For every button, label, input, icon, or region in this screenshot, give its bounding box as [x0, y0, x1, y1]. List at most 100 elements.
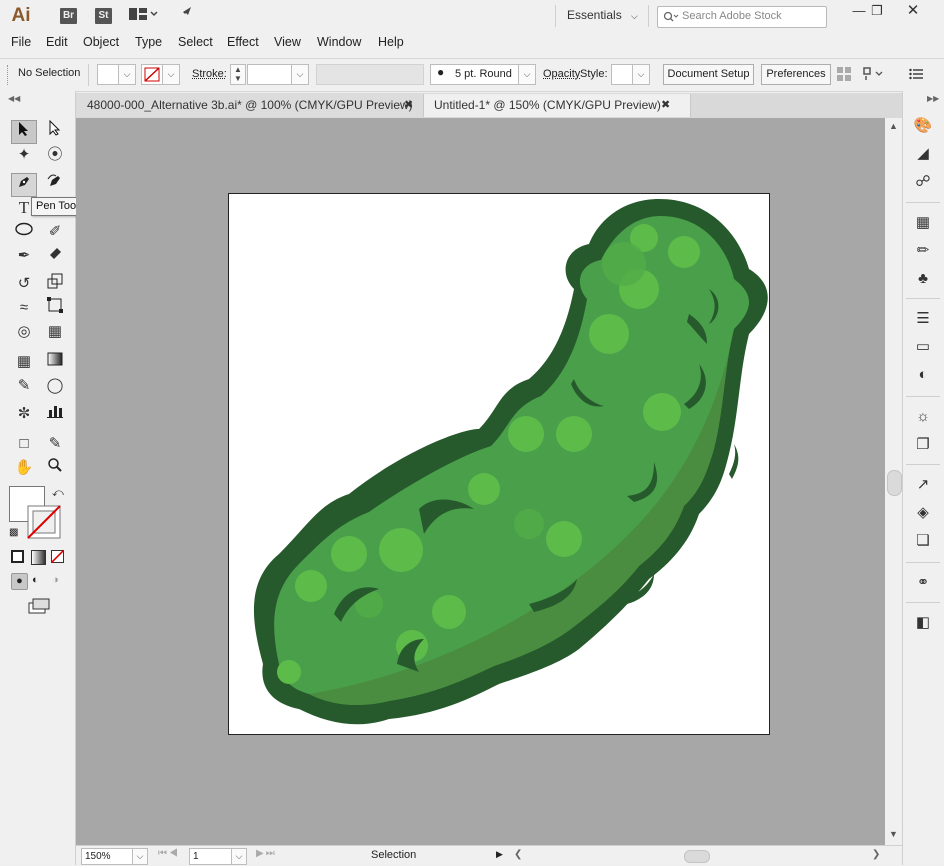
hand-tool[interactable]: ✋: [12, 457, 36, 479]
preferences-button[interactable]: Preferences: [761, 64, 831, 85]
document-setup-button[interactable]: Document Setup: [663, 64, 754, 85]
zoom-tool[interactable]: [43, 457, 67, 479]
shaper-tool[interactable]: ✒: [12, 245, 36, 267]
scale-tool[interactable]: [43, 273, 67, 295]
arrange-documents-icon[interactable]: [126, 6, 160, 26]
scroll-right-icon[interactable]: ❯: [872, 849, 880, 860]
graphic-styles-icon[interactable]: ❐: [909, 434, 937, 456]
bridge-button[interactable]: Br: [60, 8, 77, 24]
perspective-grid-tool[interactable]: ▦: [43, 321, 67, 343]
cc-libraries-icon[interactable]: ☍: [909, 171, 937, 193]
menu-help[interactable]: Help: [378, 35, 404, 49]
maximize-button[interactable]: ❐: [860, 0, 894, 24]
menu-object[interactable]: Object: [83, 35, 119, 49]
pickle-illustration[interactable]: [229, 194, 769, 734]
panel-menu-icon[interactable]: [909, 68, 923, 80]
status-menu-arrow[interactable]: ▶: [496, 849, 503, 860]
blend-tool[interactable]: ◯: [43, 375, 67, 397]
horizontal-scroll-thumb[interactable]: [684, 850, 710, 863]
asset-export-icon[interactable]: ↗: [909, 474, 937, 496]
symbols-icon[interactable]: ♣: [909, 268, 937, 290]
artboard-dropdown[interactable]: ⌵: [231, 848, 247, 865]
direct-selection-tool[interactable]: [43, 120, 67, 142]
fill-dropdown[interactable]: ⌵: [118, 64, 136, 85]
lasso-tool[interactable]: ⦿: [43, 144, 67, 166]
brush-definition[interactable]: ● 5 pt. Round: [430, 64, 520, 85]
brush-dropdown[interactable]: ⌵: [518, 64, 536, 85]
slice-tool[interactable]: ✎: [43, 433, 67, 455]
mesh-tool[interactable]: ▦: [12, 351, 36, 373]
menu-view[interactable]: View: [274, 35, 301, 49]
workspace-switcher[interactable]: Essentials ⌵: [567, 8, 638, 24]
gpu-performance-icon[interactable]: [176, 6, 196, 26]
opacity-label[interactable]: Opacity: [543, 68, 580, 80]
panel-grip[interactable]: [7, 65, 10, 85]
stroke-panel-icon[interactable]: ☰: [909, 308, 937, 330]
scroll-down-icon[interactable]: ▼: [889, 829, 898, 839]
close-window-button[interactable]: ✕: [896, 0, 930, 24]
swatches-icon[interactable]: ▦: [909, 212, 937, 234]
fill-swatch[interactable]: [97, 64, 119, 85]
draw-normal-icon[interactable]: ●: [11, 573, 28, 590]
menu-type[interactable]: Type: [135, 35, 162, 49]
selection-tool[interactable]: [11, 120, 37, 144]
document-tab[interactable]: 48000-000_Alternative 3b.ai* @ 100% (CMY…: [77, 94, 424, 117]
artboards-icon[interactable]: ❏: [909, 530, 937, 552]
stroke-dropdown[interactable]: ⌵: [162, 64, 180, 85]
swap-fill-stroke-icon[interactable]: ⤺: [52, 487, 64, 500]
gradient-tool[interactable]: [43, 351, 67, 373]
stock-button[interactable]: St: [95, 8, 112, 24]
column-graph-tool[interactable]: [43, 403, 67, 425]
zoom-dropdown[interactable]: ⌵: [132, 848, 148, 865]
curvature-tool[interactable]: [43, 173, 67, 195]
ellipse-tool[interactable]: [12, 221, 36, 243]
free-transform-tool[interactable]: [43, 297, 67, 319]
menu-window[interactable]: Window: [317, 35, 361, 49]
color-panel-icon[interactable]: 🎨: [909, 115, 937, 137]
menu-edit[interactable]: Edit: [46, 35, 68, 49]
pen-tool[interactable]: [11, 173, 37, 197]
pathfinder-icon[interactable]: ◧: [909, 612, 937, 634]
screen-mode-icon[interactable]: [27, 598, 51, 614]
graphic-style-swatch[interactable]: [611, 64, 633, 85]
menu-select[interactable]: Select: [178, 35, 213, 49]
artboard-number-input[interactable]: 1: [189, 848, 234, 865]
rotate-tool[interactable]: ↺: [12, 273, 36, 295]
eraser-tool[interactable]: [43, 245, 67, 267]
vertical-scrollbar[interactable]: ▲ ▼: [885, 118, 902, 845]
stroke-label[interactable]: Stroke:: [192, 68, 227, 80]
close-tab-icon[interactable]: ✖: [404, 94, 413, 117]
artboard-tool[interactable]: □: [12, 433, 36, 455]
transform-icon[interactable]: [862, 66, 884, 82]
color-mode-button[interactable]: [11, 550, 24, 563]
scroll-left-icon[interactable]: ❮: [514, 849, 522, 860]
expand-panels-icon[interactable]: ▶▶: [927, 94, 939, 103]
align-grid-icon[interactable]: [837, 67, 851, 81]
magic-wand-tool[interactable]: ✦: [12, 144, 36, 166]
transparency-icon[interactable]: ◐: [909, 364, 937, 386]
color-guide-icon[interactable]: ◢: [909, 143, 937, 165]
stroke-swatch[interactable]: [141, 64, 163, 85]
next-artboard-icon[interactable]: ▶⏭: [256, 848, 277, 859]
document-tab-active[interactable]: Untitled-1* @ 150% (CMYK/GPU Preview) ✖: [423, 94, 691, 117]
artboard[interactable]: [228, 193, 770, 735]
first-artboard-icon[interactable]: ⏮◀: [158, 848, 180, 859]
gradient-panel-icon[interactable]: ▭: [909, 336, 937, 358]
close-tab-icon[interactable]: ✖: [661, 94, 670, 117]
draw-inside-icon[interactable]: ◑: [52, 574, 59, 586]
stroke-color-swatch[interactable]: [27, 505, 61, 539]
layers-icon[interactable]: ◈: [909, 502, 937, 524]
menu-file[interactable]: File: [11, 35, 31, 49]
collapse-panel-icon[interactable]: ◀◀: [8, 94, 20, 103]
stroke-weight-stepper[interactable]: ▲ ▼: [230, 64, 246, 85]
eyedropper-tool[interactable]: ✎: [12, 375, 36, 397]
creative-cloud-icon[interactable]: ⚭: [909, 572, 937, 594]
gradient-mode-button[interactable]: [31, 550, 46, 565]
zoom-level-input[interactable]: 150%: [81, 848, 136, 865]
graphic-style-dropdown[interactable]: ⌵: [632, 64, 650, 85]
width-tool[interactable]: ≈: [12, 297, 36, 319]
paintbrush-tool[interactable]: ✐: [43, 221, 67, 243]
default-colors-icon[interactable]: ▩: [9, 527, 18, 538]
none-mode-button[interactable]: [51, 550, 64, 563]
stroke-weight-input[interactable]: [247, 64, 293, 85]
